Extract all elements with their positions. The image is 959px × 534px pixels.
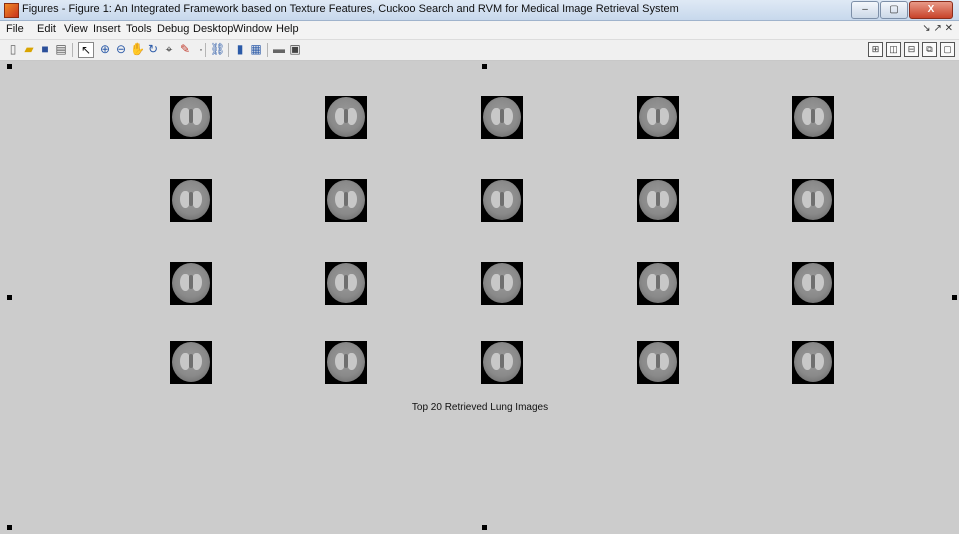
retrieved-lung-image xyxy=(792,262,834,305)
selection-handle[interactable] xyxy=(952,295,957,300)
hide-plot-tools-icon[interactable]: ▬ xyxy=(272,42,286,56)
link-icon[interactable]: ⛓ xyxy=(210,42,225,56)
new-figure-icon[interactable]: ▯ xyxy=(6,42,20,56)
retrieved-lung-image xyxy=(481,179,523,222)
retrieved-lung-image xyxy=(325,262,367,305)
retrieved-lung-image xyxy=(481,341,523,384)
retrieved-lung-image xyxy=(637,262,679,305)
edit-plot-icon[interactable]: ↖ xyxy=(78,42,94,58)
float-icon[interactable]: ⧉ xyxy=(922,42,937,57)
retrieved-lung-image xyxy=(325,96,367,139)
zoom-out-icon[interactable]: ⊖ xyxy=(114,42,128,56)
toolbar-separator xyxy=(267,43,268,57)
retrieved-lung-image xyxy=(325,179,367,222)
menu-tools[interactable]: Tools xyxy=(126,23,152,35)
maximize-button[interactable]: ▢ xyxy=(880,1,908,19)
menu-file[interactable]: File xyxy=(6,23,24,35)
pan-icon[interactable]: ✋ xyxy=(130,42,145,56)
menu-edit[interactable]: Edit xyxy=(37,23,56,35)
brush-icon[interactable]: ✎ xyxy=(178,42,192,56)
colorbar-icon[interactable]: ▮ xyxy=(233,42,247,56)
retrieved-lung-image xyxy=(637,96,679,139)
tile-icon[interactable]: ⊞ xyxy=(868,42,883,57)
menu-desktop[interactable]: Desktop xyxy=(193,23,233,35)
menu-view[interactable]: View xyxy=(64,23,88,35)
retrieved-lung-image xyxy=(481,96,523,139)
retrieved-lung-image xyxy=(325,341,367,384)
show-plot-tools-icon[interactable]: ▣ xyxy=(288,42,302,56)
window-controls: – ▢ X xyxy=(851,1,953,19)
selection-handle[interactable] xyxy=(482,64,487,69)
retrieved-lung-image xyxy=(792,179,834,222)
retrieved-lung-image xyxy=(170,262,212,305)
title-bar: Figures - Figure 1: An Integrated Framew… xyxy=(0,0,959,21)
retrieved-lung-image xyxy=(170,179,212,222)
dock-controls[interactable]: ↘ ↗ ✕ xyxy=(922,23,953,34)
open-icon[interactable]: ▰ xyxy=(22,42,36,56)
selection-handle[interactable] xyxy=(7,295,12,300)
menu-window[interactable]: Window xyxy=(233,23,272,35)
window-title: Figures - Figure 1: An Integrated Framew… xyxy=(22,3,679,15)
retrieved-lung-image xyxy=(637,341,679,384)
legend-icon[interactable]: ▦ xyxy=(249,42,263,56)
layout-controls: ⊞ ◫ ⊟ ⧉ ▢ xyxy=(868,42,955,57)
maximize-icon[interactable]: ▢ xyxy=(940,42,955,57)
selection-handle[interactable] xyxy=(482,525,487,530)
matlab-logo-icon xyxy=(4,3,19,18)
minimize-button[interactable]: – xyxy=(851,1,879,19)
toolbar-separator xyxy=(205,43,206,57)
close-button[interactable]: X xyxy=(909,1,953,19)
menu-help[interactable]: Help xyxy=(276,23,299,35)
toolbar-separator xyxy=(72,43,73,57)
zoom-in-icon[interactable]: ⊕ xyxy=(98,42,112,56)
toolbar-separator xyxy=(228,43,229,57)
print-icon[interactable]: ▤ xyxy=(54,42,68,56)
data-cursor-icon[interactable]: ⌖ xyxy=(162,42,176,56)
save-icon[interactable]: ■ xyxy=(38,42,52,56)
selection-handle[interactable] xyxy=(7,525,12,530)
menu-debug[interactable]: Debug xyxy=(157,23,189,35)
figure-caption: Top 20 Retrieved Lung Images xyxy=(411,402,549,413)
figure-canvas: Top 20 Retrieved Lung Images xyxy=(0,61,959,534)
retrieved-lung-image xyxy=(637,179,679,222)
menu-insert[interactable]: Insert xyxy=(93,23,121,35)
retrieved-lung-image xyxy=(170,96,212,139)
top-bottom-icon[interactable]: ⊟ xyxy=(904,42,919,57)
retrieved-lung-image xyxy=(170,341,212,384)
figure-toolbar: ▯ ▰ ■ ▤ ↖ ⊕ ⊖ ✋ ↻ ⌖ ✎ · ⛓ ▮ ▦ ▬ ▣ ⊞ ◫ ⊟ … xyxy=(0,40,959,61)
menu-bar: File Edit View Insert Tools Debug Deskto… xyxy=(0,21,959,40)
rotate-icon[interactable]: ↻ xyxy=(146,42,160,56)
retrieved-lung-image xyxy=(792,341,834,384)
retrieved-lung-image xyxy=(481,262,523,305)
left-right-icon[interactable]: ◫ xyxy=(886,42,901,57)
retrieved-lung-image xyxy=(792,96,834,139)
selection-handle[interactable] xyxy=(7,64,12,69)
